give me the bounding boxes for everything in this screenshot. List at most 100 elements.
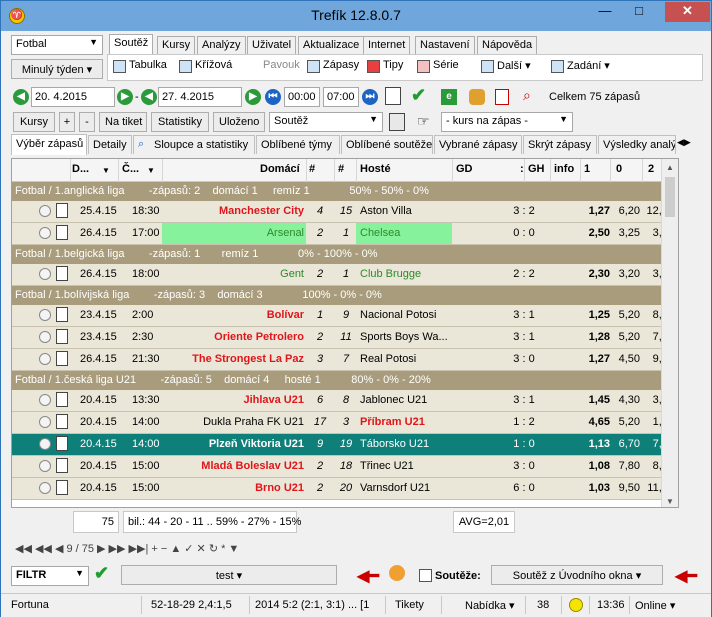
document-plus-icon[interactable] bbox=[56, 436, 68, 451]
filter-select[interactable]: FILTR ▼ bbox=[11, 566, 89, 586]
group-header[interactable]: Fotbal / 1.česká liga U21 -zápasů: 5 dom… bbox=[12, 371, 678, 390]
table-row[interactable]: 26.4.15 17:00 Arsenal 2 1 Chelsea 0 : 0 2,50 3,2… bbox=[12, 223, 678, 245]
date-from-input[interactable]: 20. 4.2015 bbox=[31, 87, 115, 107]
minus-button[interactable]: - bbox=[79, 112, 95, 132]
subtab-vysledky[interactable]: Výsledky analý bbox=[598, 135, 676, 154]
document-plus-icon[interactable] bbox=[56, 225, 68, 240]
soutez-uvod-button[interactable]: Soutěž z Úvodního okna ▾ bbox=[491, 565, 663, 585]
expand-icon[interactable] bbox=[39, 331, 51, 343]
serie-button[interactable]: Série bbox=[417, 59, 459, 77]
document-plus-icon[interactable] bbox=[56, 392, 68, 407]
scroll-down-icon[interactable]: ▼ bbox=[666, 497, 674, 506]
arrow-left2-icon[interactable]: ◀━ bbox=[675, 566, 697, 586]
vertical-scrollbar[interactable]: ▲ ▼ bbox=[661, 159, 678, 507]
group-header[interactable]: Fotbal / 1.anglická liga -zápasů: 2 domá… bbox=[12, 182, 678, 201]
document-plus-icon[interactable] bbox=[56, 329, 68, 344]
table-row[interactable]: 25.4.15 18:30 Manchester City 4 15 Aston Vill… bbox=[12, 201, 678, 223]
document-plus-icon[interactable] bbox=[56, 266, 68, 281]
col-hash2[interactable]: # bbox=[338, 163, 344, 175]
sport-select[interactable]: Fotbal ▼ bbox=[11, 35, 103, 55]
table-row[interactable]: 20.4.15 14:00 Dukla Praha FK U21 17 3 Příbram… bbox=[12, 412, 678, 434]
search-icon[interactable]: ⌕ bbox=[523, 87, 531, 104]
expand-icon[interactable] bbox=[39, 268, 51, 280]
expand-icon[interactable] bbox=[39, 353, 51, 365]
export-icon[interactable] bbox=[389, 113, 405, 131]
table-row[interactable]: 26.4.15 18:00 Gent 2 1 Club Brugge 2 : 2 2,30 3,… bbox=[12, 264, 678, 286]
expand-icon[interactable] bbox=[39, 482, 51, 494]
time-to-input[interactable]: 07:00 bbox=[323, 87, 359, 107]
subtab-oblibene-tymy[interactable]: Oblíbené týmy bbox=[256, 135, 340, 154]
document-plus-icon[interactable] bbox=[56, 458, 68, 473]
document-plus-icon[interactable] bbox=[56, 307, 68, 322]
krizova-button[interactable]: Křížová bbox=[179, 59, 232, 77]
table-row[interactable]: 20.4.15 15:00 Mladá Boleslav U21 2 18 Třinec … bbox=[12, 456, 678, 478]
tab-analyzy[interactable]: Analýzy bbox=[197, 36, 246, 54]
ulozeno-button[interactable]: Uloženo bbox=[213, 112, 265, 132]
table-row[interactable]: 20.4.15 14:00 Plzeň Viktoria U21 9 19 Táborsk… bbox=[12, 434, 678, 456]
tab-napoveda[interactable]: Nápověda bbox=[477, 36, 538, 54]
group-header[interactable]: Fotbal / 1.bolívijská liga -zápasů: 3 do… bbox=[12, 286, 678, 305]
zapasy-button[interactable]: Zápasy bbox=[307, 59, 359, 77]
expand-icon[interactable] bbox=[39, 309, 51, 321]
calendar-icon[interactable] bbox=[385, 87, 401, 105]
table-row[interactable]: 20.4.15 15:00 Brno U21 2 20 Varnsdorf U21 6 : … bbox=[12, 478, 678, 500]
maximize-button[interactable]: □ bbox=[625, 2, 653, 22]
forward-icon[interactable]: ⏭ bbox=[362, 89, 378, 105]
souteze-checkbox[interactable] bbox=[419, 569, 432, 582]
group-header[interactable]: Fotbal / 1.belgická liga -zápasů: 1 remí… bbox=[12, 245, 678, 264]
status-online[interactable]: Online ▾ bbox=[635, 599, 675, 612]
tabulka-button[interactable]: Tabulka bbox=[113, 59, 167, 77]
close-button[interactable]: ✕ bbox=[665, 2, 710, 22]
scroll-up-icon[interactable]: ▲ bbox=[666, 163, 674, 172]
document-plus-icon[interactable] bbox=[56, 351, 68, 366]
rewind-icon[interactable]: ⏮ bbox=[265, 89, 281, 105]
tab-soutez[interactable]: Soutěž bbox=[109, 34, 154, 55]
col-home[interactable]: Domácí bbox=[260, 163, 300, 175]
pointing-hand-icon[interactable]: ☞ bbox=[417, 113, 430, 130]
document-plus-icon[interactable] bbox=[56, 480, 68, 495]
soutez-select[interactable]: Soutěž ▼ bbox=[269, 112, 383, 132]
excel-icon[interactable]: e bbox=[441, 89, 457, 105]
minimize-button[interactable]: — bbox=[591, 2, 619, 22]
col-1[interactable]: 1 bbox=[584, 163, 590, 175]
na-tiket-button[interactable]: Na tiket bbox=[99, 112, 147, 132]
col-away[interactable]: Hosté bbox=[360, 163, 391, 175]
plus-button[interactable]: + bbox=[59, 112, 75, 132]
scroll-thumb[interactable] bbox=[665, 177, 675, 217]
time-from-input[interactable]: 00:00 bbox=[284, 87, 320, 107]
person-icon[interactable] bbox=[389, 565, 405, 581]
next-date2-icon[interactable]: ▶ bbox=[245, 89, 261, 105]
tab-uzivatel[interactable]: Uživatel bbox=[247, 36, 297, 54]
subtab-oblibene-souteze[interactable]: Oblíbené soutěže bbox=[341, 135, 433, 154]
status-nabidka[interactable]: Nabídka ▾ bbox=[465, 599, 515, 612]
subtab-vyber[interactable]: Výběr zápasů bbox=[11, 134, 87, 155]
expand-icon[interactable] bbox=[39, 394, 51, 406]
tipy-button[interactable]: Tipy bbox=[367, 59, 403, 77]
expand-icon[interactable] bbox=[39, 438, 51, 450]
arrow-left-icon[interactable]: ◀━ bbox=[357, 566, 379, 586]
tab-nastaveni[interactable]: Nastavení bbox=[415, 36, 475, 54]
subtab-skryt[interactable]: Skrýt zápasy bbox=[523, 135, 597, 154]
col-hash1[interactable]: # bbox=[309, 163, 315, 175]
expand-icon[interactable] bbox=[39, 205, 51, 217]
document-plus-icon[interactable] bbox=[56, 414, 68, 429]
table-row[interactable]: 23.4.15 2:30 Oriente Petrolero 2 11 Sports Bo… bbox=[12, 327, 678, 349]
prev-date2-icon[interactable]: ◀ bbox=[141, 89, 157, 105]
prev-date-icon[interactable]: ◀ bbox=[13, 89, 29, 105]
col-2[interactable]: 2 bbox=[648, 163, 654, 175]
tab-kursy[interactable]: Kursy bbox=[157, 36, 196, 54]
document-icon[interactable] bbox=[495, 89, 509, 105]
kursy-button[interactable]: Kursy bbox=[13, 112, 55, 132]
record-navigator[interactable]: ◀◀ ◀◀ ◀ 9 / 75 ▶ ▶▶ ▶▶| + − ▲ ✓ ✕ ↻ * ▼ bbox=[15, 542, 239, 555]
subtab-sloupce[interactable]: ⌕ Sloupce a statistiky bbox=[133, 135, 255, 154]
col-gd[interactable]: GD bbox=[456, 163, 473, 175]
col-date[interactable]: D... bbox=[72, 163, 89, 175]
tab-internet[interactable]: Internet bbox=[363, 36, 411, 54]
zadani-button[interactable]: Zadání ▾ bbox=[551, 59, 610, 77]
table-row[interactable]: 20.4.15 13:30 Jihlava U21 6 8 Jablonec U21 3 :… bbox=[12, 390, 678, 412]
statistiky-button[interactable]: Statistiky bbox=[151, 112, 209, 132]
confirm-check-icon[interactable]: ✔ bbox=[411, 85, 426, 106]
col-0[interactable]: 0 bbox=[616, 163, 622, 175]
col-time[interactable]: Č... bbox=[122, 163, 139, 175]
test-button[interactable]: test ▾ bbox=[121, 565, 337, 585]
